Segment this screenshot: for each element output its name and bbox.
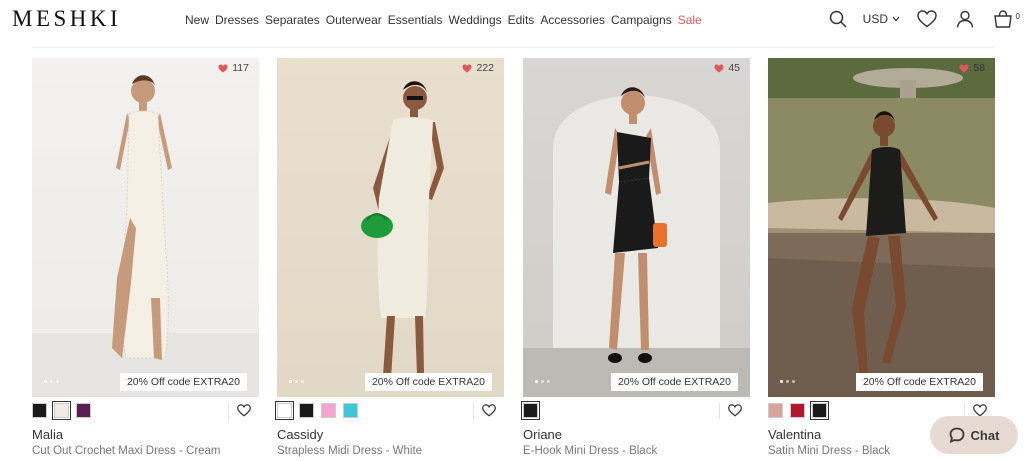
color-swatch[interactable] [321, 403, 336, 418]
product-image[interactable]: 222 20% Off code EXTRA20 [277, 58, 504, 397]
nav-dresses[interactable]: Dresses [215, 13, 259, 27]
product-name[interactable]: Valentina [768, 427, 821, 442]
color-swatch[interactable] [32, 403, 47, 418]
color-swatch[interactable] [76, 403, 91, 418]
like-count-value: 222 [476, 62, 494, 74]
like-count[interactable]: 117 [218, 62, 249, 74]
like-count-value: 58 [973, 62, 985, 74]
cart-count: 0 [1015, 12, 1020, 21]
image-carousel-dots[interactable] [780, 380, 795, 383]
color-swatch[interactable] [768, 403, 783, 418]
product-photo-illustration [523, 87, 750, 397]
chat-button[interactable]: Chat [930, 416, 1018, 454]
nav-accessories[interactable]: Accessories [540, 13, 605, 27]
heart-filled-icon [959, 64, 969, 72]
chat-bubble-icon [949, 427, 964, 443]
color-swatch[interactable] [52, 401, 71, 420]
currency-label: USD [862, 12, 888, 26]
color-swatches [32, 401, 259, 422]
wishlist-heart-icon[interactable] [482, 404, 496, 422]
header-divider [32, 47, 994, 48]
like-count-value: 117 [232, 62, 249, 74]
like-count[interactable]: 58 [959, 62, 985, 74]
color-swatches [275, 401, 504, 422]
product-card[interactable]: 117 20% Off code EXTRA20 Malia Cut Out C… [32, 58, 259, 457]
color-swatch[interactable] [343, 403, 358, 418]
color-swatch[interactable] [790, 403, 805, 418]
product-card[interactable]: 222 20% Off code EXTRA20 Cassidy Straple… [275, 58, 504, 457]
nav-weddings[interactable]: Weddings [448, 13, 501, 27]
heart-filled-icon [714, 64, 724, 72]
promo-badge: 20% Off code EXTRA20 [364, 373, 492, 391]
product-description[interactable]: Cut Out Crochet Maxi Dress - Cream [32, 445, 221, 457]
divider [719, 403, 720, 419]
image-carousel-dots[interactable] [44, 380, 59, 383]
heart-filled-icon [218, 64, 228, 72]
product-photo-illustration [768, 58, 995, 397]
product-image[interactable]: 117 20% Off code EXTRA20 [32, 58, 259, 397]
nav-outerwear[interactable]: Outerwear [326, 13, 382, 27]
nav-edits[interactable]: Edits [508, 13, 535, 27]
product-description[interactable]: E-Hook Mini Dress - Black [523, 445, 657, 457]
chat-label: Chat [970, 427, 1000, 443]
nav-new[interactable]: New [185, 13, 209, 27]
product-description[interactable]: Strapless Midi Dress - White [277, 445, 422, 457]
header-actions: USD 0 [827, 8, 1020, 30]
image-carousel-dots[interactable] [535, 380, 550, 383]
heart-filled-icon [462, 64, 472, 72]
nav-sale[interactable]: Sale [678, 13, 702, 27]
color-swatch[interactable] [299, 403, 314, 418]
wishlist-heart-icon[interactable] [728, 404, 742, 422]
product-name[interactable]: Cassidy [277, 427, 323, 442]
product-photo-illustration [32, 75, 259, 397]
nav-separates[interactable]: Separates [265, 13, 320, 27]
main-nav: New Dresses Separates Outerwear Essentia… [185, 13, 708, 27]
nav-essentials[interactable]: Essentials [388, 13, 443, 27]
divider [473, 403, 474, 419]
wishlist-heart-icon[interactable] [916, 8, 938, 30]
color-swatches [521, 401, 750, 422]
like-count[interactable]: 222 [462, 62, 494, 74]
product-card[interactable]: 58 20% Off code EXTRA20 Valentina Satin … [768, 58, 995, 457]
nav-campaigns[interactable]: Campaigns [611, 13, 672, 27]
wishlist-heart-icon[interactable] [237, 404, 251, 422]
image-carousel-dots[interactable] [289, 380, 304, 383]
cart-bag-icon[interactable]: 0 [992, 8, 1020, 30]
product-description[interactable]: Satin Mini Dress - Black [768, 445, 890, 457]
divider [228, 403, 229, 419]
chevron-down-icon [892, 16, 900, 22]
color-swatch[interactable] [275, 401, 294, 420]
color-swatch[interactable] [521, 401, 540, 420]
product-image[interactable]: 45 20% Off code EXTRA20 [523, 58, 750, 397]
product-image[interactable]: 58 20% Off code EXTRA20 [768, 58, 995, 397]
currency-selector[interactable]: USD [863, 12, 900, 26]
promo-badge: 20% Off code EXTRA20 [119, 373, 247, 391]
color-swatch[interactable] [810, 401, 829, 420]
logo[interactable]: MESHKI [12, 6, 121, 32]
product-name[interactable]: Oriane [523, 427, 562, 442]
account-user-icon[interactable] [954, 8, 976, 30]
product-name[interactable]: Malia [32, 427, 63, 442]
like-count-value: 45 [728, 62, 740, 74]
site-header: MESHKI New Dresses Separates Outerwear E… [0, 0, 1024, 42]
promo-badge: 20% Off code EXTRA20 [610, 373, 738, 391]
like-count[interactable]: 45 [714, 62, 740, 74]
promo-badge: 20% Off code EXTRA20 [855, 373, 983, 391]
product-card[interactable]: 45 20% Off code EXTRA20 Oriane E-Hook Mi… [521, 58, 750, 457]
product-photo-illustration [361, 81, 444, 378]
search-icon[interactable] [827, 8, 849, 30]
